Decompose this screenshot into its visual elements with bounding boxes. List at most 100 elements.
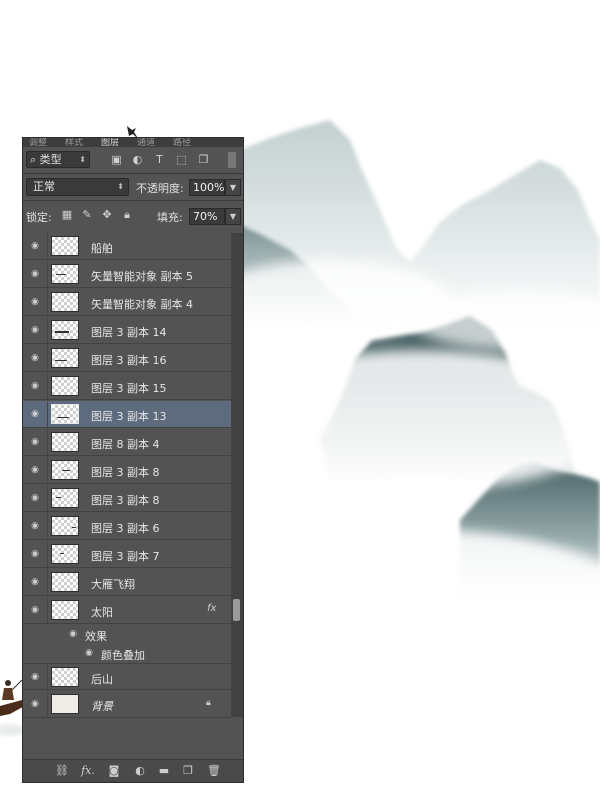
layer-row[interactable]: ◉ 太阳 fx — [23, 597, 231, 624]
visibility-column: ◉ — [23, 289, 48, 315]
eye-icon[interactable]: ◉ — [29, 269, 41, 279]
layer-name: 图层 3 副本 6 — [91, 522, 160, 535]
blend-mode-select[interactable]: 正常 ⬍ — [26, 178, 129, 196]
layer-row[interactable]: ◉ 船舶 — [23, 233, 231, 260]
eye-icon[interactable]: ◉ — [29, 297, 41, 307]
fill-input[interactable]: 70% — [189, 208, 225, 225]
eye-icon[interactable]: ◉ — [29, 381, 41, 391]
lock-row: 锁定: ▦ ✎ ✥ 🔒︎ 填充: 70% ▼ — [23, 205, 243, 227]
layer-thumbnail — [51, 236, 79, 256]
layer-name: 图层 3 副本 15 — [91, 382, 167, 395]
scrollbar-thumb[interactable] — [233, 599, 240, 621]
fx-icon[interactable]: fx — [207, 603, 216, 614]
layer-row[interactable]: ◉ 图层 3 副本 6 — [23, 513, 231, 540]
effect-item-row[interactable]: ◉ 颜色叠加 — [23, 644, 231, 663]
layer-row[interactable]: ◉ 矢量智能对象 副本 4 — [23, 289, 231, 316]
layer-thumbnail — [51, 600, 79, 620]
eye-icon[interactable]: ◉ — [83, 648, 95, 658]
adjustment-filter-icon[interactable]: ◐ — [131, 153, 144, 166]
visibility-column: ◉ — [23, 345, 48, 371]
visibility-column: ◉ — [23, 233, 48, 259]
layer-row[interactable]: ◉ 图层 3 副本 8 — [23, 485, 231, 512]
divider — [23, 200, 243, 201]
layer-name: 图层 8 副本 4 — [91, 438, 160, 451]
shape-filter-icon[interactable]: ⬚ — [175, 153, 188, 166]
layer-row[interactable]: ◉ 图层 3 副本 15 — [23, 373, 231, 400]
layer-row[interactable]: ◉ 图层 8 副本 4 — [23, 429, 231, 456]
effects-label: 效果 — [85, 630, 107, 643]
eye-icon[interactable]: ◉ — [29, 241, 41, 251]
opacity-dropdown-button[interactable]: ▼ — [225, 179, 241, 196]
layer-row[interactable]: ◉ 图层 3 副本 8 — [23, 457, 231, 484]
visibility-column: ◉ — [23, 485, 48, 511]
visibility-column: ◉ — [23, 513, 48, 539]
visibility-column: ◉ — [23, 317, 48, 343]
lock-position-icon[interactable]: ✥ — [101, 209, 113, 221]
layer-name: 矢量智能对象 副本 4 — [91, 298, 193, 311]
eye-icon[interactable]: ◉ — [29, 699, 41, 709]
tab-channels[interactable]: 通道 — [137, 138, 155, 147]
layer-name: 背景 — [91, 700, 113, 713]
layer-mask-icon[interactable]: ◙ — [107, 764, 121, 778]
effects-row[interactable]: ◉ 效果 — [23, 625, 231, 644]
tab-adjustments[interactable]: 调整 — [29, 138, 47, 147]
eye-icon[interactable]: ◉ — [29, 353, 41, 363]
layer-name: 太阳 — [91, 606, 113, 619]
eye-icon[interactable]: ◉ — [29, 672, 41, 682]
visibility-column: ◉ — [23, 691, 48, 717]
eye-icon[interactable]: ◉ — [29, 437, 41, 447]
divider — [23, 173, 243, 174]
lock-label: 锁定: — [26, 211, 52, 224]
layer-thumbnail — [51, 432, 79, 452]
layers-panel: 调整 样式 图层 通道 路径 ⌕ 类型 ⬍ ▣ ◐ T ⬚ ❐ 正常 ⬍ 不透明… — [22, 137, 244, 783]
layer-name: 图层 3 副本 8 — [91, 466, 160, 479]
lock-all-icon[interactable]: 🔒︎ — [121, 209, 133, 221]
eye-icon[interactable]: ◉ — [29, 465, 41, 475]
type-filter-icon[interactable]: T — [153, 153, 166, 166]
image-filter-icon[interactable]: ▣ — [110, 153, 123, 166]
filter-toggle-icon[interactable] — [228, 152, 236, 168]
fx-icon[interactable]: fx. — [81, 764, 95, 778]
new-layer-icon[interactable]: ❐ — [181, 764, 195, 778]
visibility-column: ◉ — [23, 373, 48, 399]
lock-icon: 🔒︎ — [206, 698, 211, 708]
lock-transparent-icon[interactable]: ▦ — [61, 209, 73, 221]
layer-row[interactable]: ◉ 背景 🔒︎ — [23, 691, 231, 718]
updown-arrow-icon: ⬍ — [117, 182, 124, 191]
layer-row[interactable]: ◉ 矢量智能对象 副本 5 — [23, 261, 231, 288]
layer-row[interactable]: ◉ 图层 3 副本 16 — [23, 345, 231, 372]
filter-type-select[interactable]: ⌕ 类型 ⬍ — [26, 151, 90, 168]
visibility-column: ◉ — [23, 541, 48, 567]
layer-row[interactable]: ◉ 后山 — [23, 663, 231, 690]
layer-row[interactable]: ◉ 图层 3 副本 14 — [23, 317, 231, 344]
layer-name: 矢量智能对象 副本 5 — [91, 270, 193, 283]
search-icon: ⌕ — [30, 153, 37, 166]
layer-row[interactable]: ◉ 大雁飞翔 — [23, 569, 231, 596]
delete-layer-icon[interactable]: 🗑︎ — [207, 764, 221, 778]
eye-icon[interactable]: ◉ — [29, 549, 41, 559]
eye-icon[interactable]: ◉ — [29, 577, 41, 587]
layer-row-selected[interactable]: ◉ 图层 3 副本 13 — [23, 401, 231, 428]
scrollbar-track[interactable] — [231, 233, 243, 717]
opacity-input[interactable]: 100% — [189, 179, 225, 196]
eye-icon[interactable]: ◉ — [29, 521, 41, 531]
layer-row[interactable]: ◉ 图层 3 副本 7 — [23, 541, 231, 568]
layers-list: ◉ 船舶 ◉ 矢量智能对象 副本 5 ◉ 矢量智能对象 副本 4 ◉ 图层 3 … — [23, 233, 231, 718]
eye-icon[interactable]: ◉ — [67, 629, 79, 639]
tab-styles[interactable]: 样式 — [65, 138, 83, 147]
lock-pixels-icon[interactable]: ✎ — [81, 209, 93, 221]
fill-dropdown-button[interactable]: ▼ — [225, 208, 241, 225]
link-layers-icon[interactable]: ⛓ — [55, 764, 69, 778]
eye-icon[interactable]: ◉ — [29, 493, 41, 503]
layer-thumbnail — [51, 572, 79, 592]
eye-icon[interactable]: ◉ — [29, 605, 41, 615]
tab-paths[interactable]: 路径 — [173, 138, 191, 147]
new-group-icon[interactable]: ▬ — [157, 764, 171, 778]
tab-layers[interactable]: 图层 — [101, 138, 119, 147]
eye-icon[interactable]: ◉ — [29, 325, 41, 335]
adjustment-layer-icon[interactable]: ◐ — [133, 764, 147, 778]
layer-thumbnail — [51, 348, 79, 368]
smart-object-filter-icon[interactable]: ❐ — [197, 153, 210, 166]
eye-icon[interactable]: ◉ — [29, 409, 41, 419]
visibility-column: ◉ — [23, 664, 48, 689]
